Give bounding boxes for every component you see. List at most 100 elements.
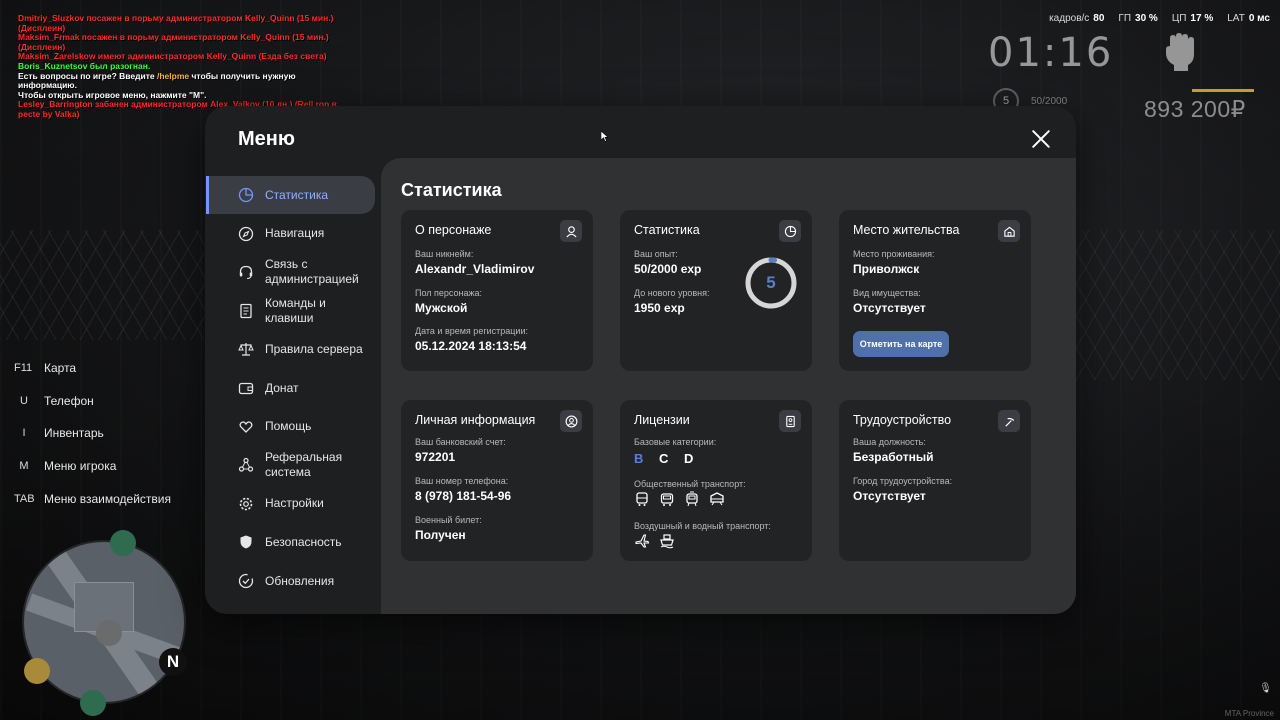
background-fence xyxy=(0,230,210,340)
bank-label: Ваш банковский счет: xyxy=(415,437,506,447)
phone-value: 8 (978) 181-54-96 xyxy=(415,489,512,503)
sidebar-item-label: Настройки xyxy=(265,496,324,511)
card-title: Статистика xyxy=(634,223,700,237)
money-bar xyxy=(1192,89,1254,92)
close-button[interactable] xyxy=(1030,128,1052,150)
gender-label: Пол персонажа: xyxy=(415,288,483,298)
server-watermark: MTA Province xyxy=(1224,709,1274,718)
sidebar-item-label: Статистика xyxy=(265,187,329,202)
pie-chart-icon xyxy=(238,187,254,203)
employment-card: Трудоустройство Ваша должность: Безработ… xyxy=(839,400,1031,561)
license-category: B xyxy=(634,451,650,466)
sidebar-item-scales[interactable]: Правила сервера xyxy=(206,330,375,368)
job-city-value: Отсутствует xyxy=(853,489,926,503)
keybind-key: I xyxy=(22,427,26,440)
next-level-value: 1950 exp xyxy=(634,301,685,315)
military-value: Получен xyxy=(415,528,466,542)
latency-stat: LAT 0 мс xyxy=(1227,13,1270,24)
position-label: Ваша должность: xyxy=(853,437,926,447)
card-title: Личная информация xyxy=(415,413,536,427)
sidebar-item-headset[interactable]: Связь с администрацией xyxy=(206,253,375,291)
sidebar-item-document[interactable]: Команды и клавиши xyxy=(206,292,375,330)
chat-line: Есть вопросы по игре? Введите /helpme чт… xyxy=(18,70,296,91)
train-icon xyxy=(710,492,724,506)
next-level-label: До нового уровня: xyxy=(634,288,710,298)
chat-line: Dmitriy_Sluzkov посажен в порьму админис… xyxy=(18,13,334,23)
place-label: Место проживания: xyxy=(853,249,935,259)
phone-label: Ваш номер телефона: xyxy=(415,476,509,486)
property-label: Вид имущества: xyxy=(853,288,921,298)
keybind-key: M xyxy=(19,460,29,473)
plane-icon xyxy=(635,534,650,548)
licenses-card: Лицензии Базовые категории: B C D Общест… xyxy=(620,400,812,561)
scales-icon xyxy=(238,343,254,356)
sidebar-item-shield[interactable]: Безопасность xyxy=(206,523,375,561)
sidebar-item-gear[interactable]: Настройки xyxy=(206,485,375,523)
registration-label: Дата и время регистрации: xyxy=(415,326,528,336)
military-label: Военный билет: xyxy=(415,515,482,525)
card-title: Трудоустройство xyxy=(853,413,952,427)
sidebar-item-compass[interactable]: Навигация xyxy=(206,215,375,253)
menu-content: Статистика О персонаже Ваш никнейм: Alex… xyxy=(381,158,1076,614)
chat-line: Maksim_Frmak посажен в порьму администра… xyxy=(18,32,329,43)
property-value: Отсутствует xyxy=(853,301,926,315)
tram-icon xyxy=(686,491,698,507)
level-value: 5 xyxy=(766,273,776,292)
sidebar-item-label: Обновления xyxy=(265,573,335,588)
pie-chart-icon xyxy=(779,220,801,242)
exp-label: Ваш опыт: xyxy=(634,249,678,259)
sidebar-item-network[interactable]: Реферальная система xyxy=(206,446,375,484)
sidebar-item-label: Команды и клавиши xyxy=(265,295,326,325)
performance-stats: кадров/с 80 ГП 30 % ЦП 17 % LAT 0 мс xyxy=(1049,13,1270,24)
basic-categories: B C D xyxy=(634,451,699,466)
position-value: Безработный xyxy=(853,450,934,464)
sidebar-item-label: Правила сервера xyxy=(265,341,363,356)
gpu-stat: ГП 30 % xyxy=(1118,13,1158,24)
background-fence-right xyxy=(1076,230,1280,380)
shield-icon xyxy=(240,535,252,549)
license-category: C xyxy=(659,451,675,466)
menu-title: Меню xyxy=(238,128,295,150)
keybind-key: U xyxy=(20,394,28,407)
sidebar-item-pie-chart[interactable]: Статистика xyxy=(206,176,375,214)
trolleybus-icon xyxy=(660,493,674,506)
air-water-transport-label: Воздушный и водный транспорт: xyxy=(634,521,771,531)
cpu-stat: ЦП 17 % xyxy=(1171,13,1214,24)
bank-marker-icon xyxy=(96,620,122,646)
nickname-value: Alexandr_Vladimirov xyxy=(415,262,535,276)
headset-icon xyxy=(239,266,253,280)
bank-value: 972201 xyxy=(415,450,456,464)
keybind-label: Карта xyxy=(44,361,77,376)
character-card: О персонаже Ваш никнейм: Alexandr_Vladim… xyxy=(401,210,593,371)
sidebar-item-wallet[interactable]: Донат xyxy=(206,369,375,407)
ship-icon xyxy=(660,534,674,549)
pickaxe-icon xyxy=(998,410,1020,432)
fps-stat: кадров/с 80 xyxy=(1049,13,1105,24)
keybind-label: Инвентарь xyxy=(44,426,104,441)
sidebar-item-label: Навигация xyxy=(265,226,325,241)
keybind-row: I Инвентарь xyxy=(14,417,204,450)
sidebar-item-label: Безопасность xyxy=(265,534,342,549)
game-menu: Меню Статистика Навигация Связь с админист… xyxy=(205,106,1076,614)
compass-icon xyxy=(238,226,254,241)
bus-marker-icon xyxy=(80,690,106,716)
keybind-row: F11 Карта xyxy=(14,352,204,385)
sidebar-item-heart-hands[interactable]: Помощь xyxy=(206,408,375,446)
public-transport-icons xyxy=(634,491,725,507)
car-marker-icon xyxy=(110,530,136,556)
check-circle-icon xyxy=(238,573,254,589)
gear-icon xyxy=(239,497,253,511)
license-category: D xyxy=(684,451,700,466)
keybind-label: Меню игрока xyxy=(44,459,117,474)
keybind-row: U Телефон xyxy=(14,385,204,418)
section-title: Статистика xyxy=(401,180,502,200)
nickname-label: Ваш никнейм: xyxy=(415,249,474,259)
stats-card: Статистика Ваш опыт: 50/2000 exp До ново… xyxy=(620,210,812,371)
keybind-list: F11 Карта U Телефон I Инвентарь M Меню игрок… xyxy=(14,352,204,515)
mark-on-map-button[interactable]: Отметить на карте xyxy=(853,331,949,357)
place-value: Приволжск xyxy=(853,262,920,276)
job-city-label: Город трудоустройства: xyxy=(853,476,953,486)
sidebar-item-check-circle[interactable]: Обновления xyxy=(206,562,375,600)
mouse-cursor-icon xyxy=(601,131,609,142)
keybind-label: Телефон xyxy=(44,393,94,408)
